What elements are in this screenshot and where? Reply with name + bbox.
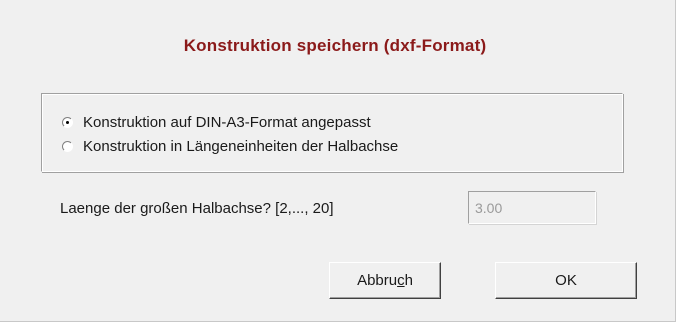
dialog-title: Konstruktion speichern (dxf-Format) — [183, 36, 487, 55]
option-din-a3-label: Konstruktion auf DIN-A3-Format angepasst — [83, 113, 371, 131]
cancel-label-suffix: h — [404, 272, 413, 289]
option-din-a3[interactable]: Konstruktion auf DIN-A3-Format angepasst — [62, 112, 371, 132]
cancel-button[interactable]: Abbruch — [329, 262, 441, 299]
radio-button-checked[interactable] — [62, 116, 73, 128]
radio-button-unchecked[interactable] — [62, 140, 73, 152]
cancel-label-mnemonic: c — [397, 272, 405, 289]
save-dxf-dialog: Konstruktion speichern (dxf-Format) Kons… — [0, 0, 676, 322]
halbachse-length-label: Laenge der großen Halbachse? [2,..., 20] — [60, 200, 334, 217]
cancel-label-prefix: Abbru — [357, 272, 398, 289]
format-option-group: Konstruktion auf DIN-A3-Format angepasst… — [41, 93, 623, 172]
option-halbachse-units[interactable]: Konstruktion in Längeneinheiten der Halb… — [62, 136, 398, 156]
option-halbachse-units-label: Konstruktion in Längeneinheiten der Halb… — [83, 137, 399, 155]
ok-button[interactable]: OK — [495, 262, 637, 299]
halbachse-length-input[interactable] — [468, 191, 596, 224]
